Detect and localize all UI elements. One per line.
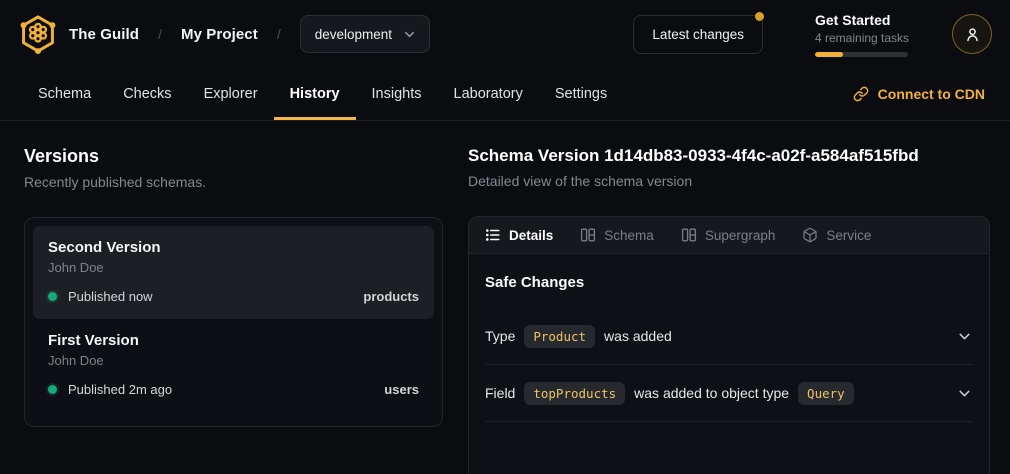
target-selector[interactable]: development bbox=[300, 15, 430, 53]
breadcrumb-project[interactable]: My Project bbox=[181, 26, 258, 43]
user-icon bbox=[963, 25, 982, 44]
published-status-dot bbox=[48, 385, 57, 394]
notification-dot bbox=[755, 12, 764, 21]
change-suffix: was added to object type bbox=[634, 385, 789, 401]
versions-title: Versions bbox=[24, 146, 443, 167]
versions-subtitle: Recently published schemas. bbox=[24, 174, 443, 190]
panels-icon bbox=[681, 227, 697, 243]
get-started-title: Get Started bbox=[815, 12, 908, 28]
tab-checks[interactable]: Checks bbox=[107, 68, 187, 120]
schema-version-title: Schema Version 1d14db83-0933-4f4c-a02f-a… bbox=[468, 146, 990, 166]
tab-label: Supergraph bbox=[705, 228, 776, 243]
primary-nav: Schema Checks Explorer History Insights … bbox=[0, 68, 1010, 121]
change-row[interactable]: Field topProducts was added to object ty… bbox=[485, 365, 973, 422]
published-status-text: Published now bbox=[68, 289, 153, 304]
version-list-item[interactable]: Second Version John Doe Published now pr… bbox=[33, 226, 434, 319]
breadcrumb-org[interactable]: The Guild bbox=[69, 26, 139, 43]
service-name: products bbox=[363, 289, 419, 304]
tab-schema[interactable]: Schema bbox=[22, 68, 107, 120]
tab-label: Service bbox=[826, 228, 871, 243]
change-row[interactable]: Type Product was added bbox=[485, 308, 973, 365]
chevron-down-icon[interactable] bbox=[956, 385, 973, 402]
tab-laboratory[interactable]: Laboratory bbox=[438, 68, 539, 120]
get-started-progress-track bbox=[815, 52, 908, 57]
get-started-subtitle: 4 remaining tasks bbox=[815, 31, 908, 45]
get-started-widget[interactable]: Get Started 4 remaining tasks bbox=[815, 12, 908, 57]
tab-details[interactable]: Details bbox=[485, 227, 553, 243]
versions-panel: Versions Recently published schemas. Sec… bbox=[24, 146, 443, 427]
change-suffix: was added bbox=[604, 328, 672, 344]
detail-tabs: Details Schema Supergr bbox=[469, 217, 989, 254]
version-author: John Doe bbox=[48, 353, 419, 368]
version-title: Second Version bbox=[48, 239, 419, 256]
avatar[interactable] bbox=[952, 14, 992, 54]
latest-changes-button[interactable]: Latest changes bbox=[633, 15, 763, 54]
tab-settings[interactable]: Settings bbox=[539, 68, 623, 120]
change-code-badge: topProducts bbox=[524, 382, 625, 405]
schema-version-panel: Schema Version 1d14db83-0933-4f4c-a02f-a… bbox=[468, 146, 990, 474]
detail-body: Safe Changes Type Product was added Fiel… bbox=[469, 254, 989, 422]
tab-label: Schema bbox=[604, 228, 654, 243]
tab-service[interactable]: Service bbox=[802, 227, 871, 243]
change-prefix: Field bbox=[485, 385, 515, 401]
link-icon bbox=[853, 86, 869, 102]
change-code-badge: Query bbox=[798, 382, 854, 405]
get-started-progress-fill bbox=[815, 52, 843, 57]
connect-to-cdn-button[interactable]: Connect to CDN bbox=[828, 68, 1010, 120]
panels-icon bbox=[580, 227, 596, 243]
chevron-down-icon bbox=[402, 27, 417, 42]
version-meta: Published now products bbox=[48, 289, 419, 304]
version-title: First Version bbox=[48, 332, 419, 349]
hive-logo-icon[interactable] bbox=[16, 12, 60, 56]
latest-changes-label: Latest changes bbox=[652, 27, 744, 42]
connect-to-cdn-label: Connect to CDN bbox=[878, 86, 985, 102]
header-right: Latest changes Get Started 4 remaining t… bbox=[633, 12, 992, 57]
tab-insights[interactable]: Insights bbox=[356, 68, 438, 120]
tab-schema-sdl[interactable]: Schema bbox=[580, 227, 654, 243]
schema-version-subtitle: Detailed view of the schema version bbox=[468, 173, 990, 189]
version-meta: Published 2m ago users bbox=[48, 382, 419, 397]
safe-changes-heading: Safe Changes bbox=[485, 254, 973, 308]
tab-supergraph[interactable]: Supergraph bbox=[681, 227, 776, 243]
version-list-item[interactable]: First Version John Doe Published 2m ago … bbox=[33, 319, 434, 412]
service-name: users bbox=[384, 382, 419, 397]
breadcrumb-separator: / bbox=[277, 26, 281, 42]
schema-version-card: Details Schema Supergr bbox=[468, 216, 990, 474]
change-prefix: Type bbox=[485, 328, 515, 344]
change-code-badge: Product bbox=[524, 325, 595, 348]
published-status-dot bbox=[48, 292, 57, 301]
tab-explorer[interactable]: Explorer bbox=[188, 68, 274, 120]
breadcrumb-separator: / bbox=[158, 26, 162, 42]
breadcrumb: The Guild / My Project / development bbox=[69, 15, 430, 53]
tab-history[interactable]: History bbox=[274, 68, 356, 120]
target-selector-value: development bbox=[315, 27, 392, 42]
box-icon bbox=[802, 227, 818, 243]
list-icon bbox=[485, 227, 501, 243]
version-author: John Doe bbox=[48, 260, 419, 275]
tab-label: Details bbox=[509, 228, 553, 243]
chevron-down-icon[interactable] bbox=[956, 328, 973, 345]
versions-list: Second Version John Doe Published now pr… bbox=[24, 217, 443, 427]
header: The Guild / My Project / development Lat… bbox=[0, 0, 1010, 68]
published-status-text: Published 2m ago bbox=[68, 382, 172, 397]
app-root: The Guild / My Project / development Lat… bbox=[0, 0, 1010, 474]
